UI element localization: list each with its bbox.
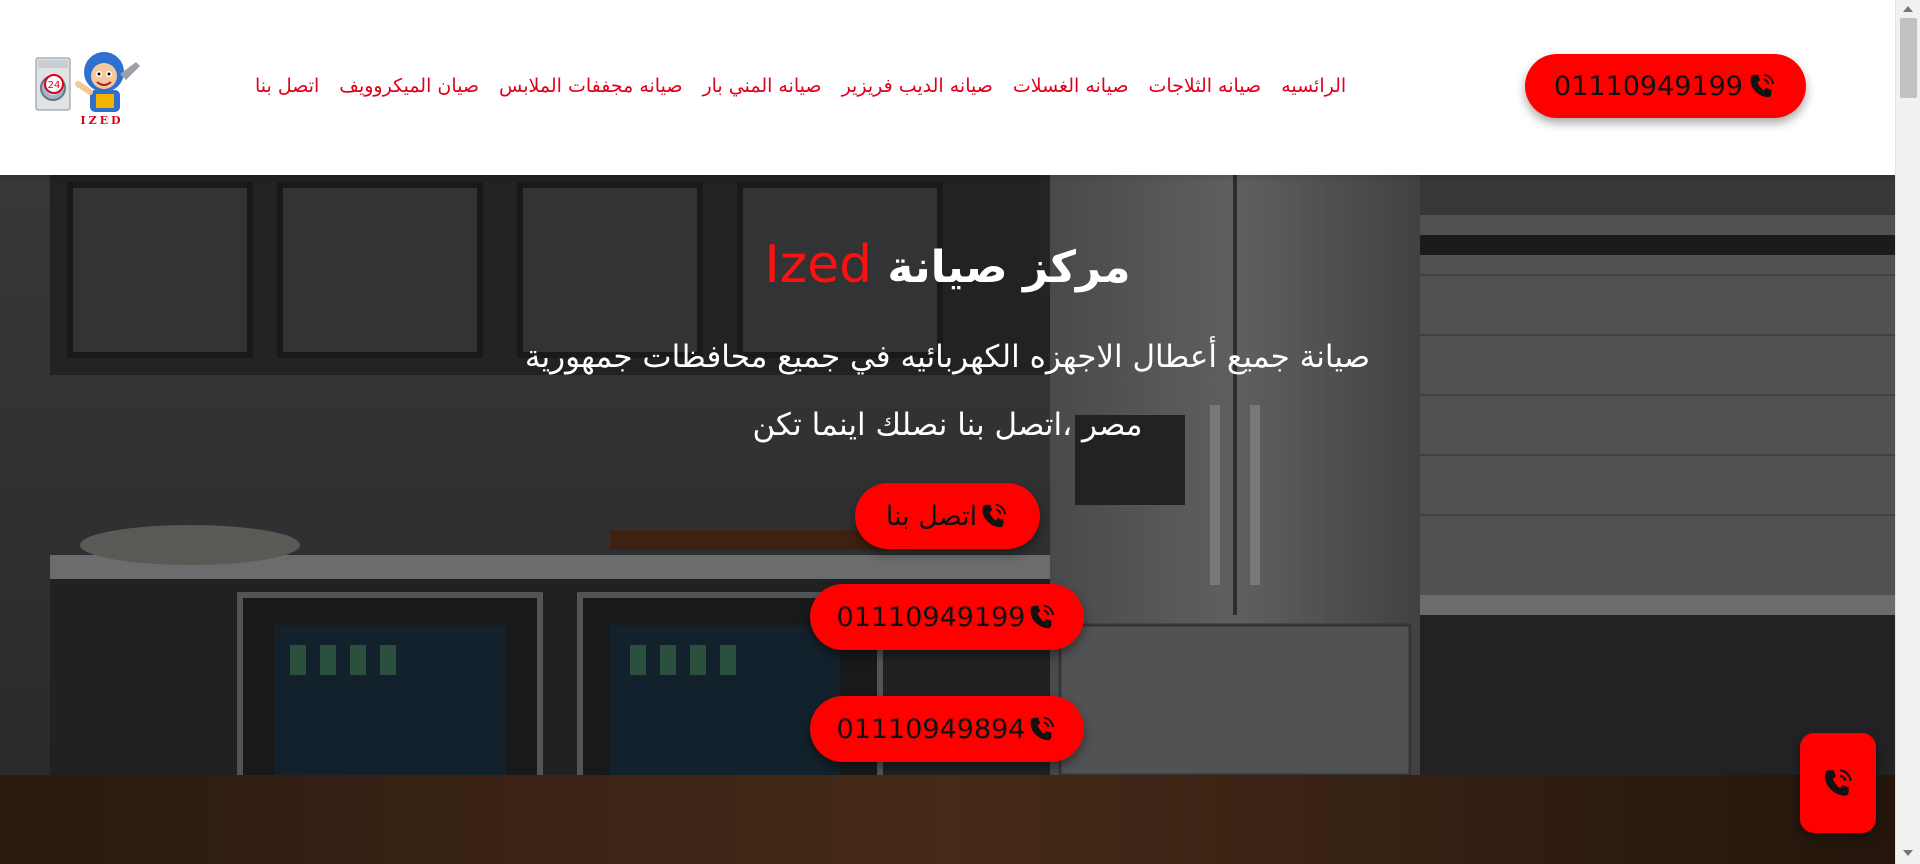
hero-section: مركز صيانة Ized صيانة جميع أعطال الاجهزه…	[0, 175, 1895, 864]
floating-call-button[interactable]	[1800, 733, 1876, 833]
call-phone-1-button[interactable]: 01110949199	[810, 584, 1084, 650]
phone-number-2: 01110949894	[836, 713, 1026, 745]
phone-ringing-icon	[982, 503, 1007, 528]
hero-description: صيانة جميع أعطال الاجهزه الكهربائيه في ج…	[524, 339, 1371, 443]
nav-item-3[interactable]: صيانه الديب فريزير	[832, 70, 1003, 102]
phone-number-1: 01110949199	[836, 601, 1026, 633]
scroll-thumb[interactable]	[1900, 18, 1917, 98]
nav-item-1[interactable]: صيانه الثلاجات	[1138, 70, 1271, 102]
nav-item-0[interactable]: الرائسيه	[1271, 70, 1356, 102]
phone-ringing-icon	[1824, 769, 1852, 796]
phone-ringing-icon	[1750, 73, 1775, 98]
hero-title: مركز صيانة Ized	[0, 235, 1895, 295]
hero-title-brand: Ized	[764, 235, 873, 295]
page-scrollbar[interactable]	[1895, 0, 1920, 864]
main-nav: الرائسيه صيانه الثلاجات صيانه الغسلات صيانه…	[245, 70, 1356, 102]
logo-mascot-icon: 24 IZED	[35, 52, 140, 127]
scroll-down-arrow-icon[interactable]	[1903, 850, 1913, 856]
nav-item-2[interactable]: صيانه الغسلات	[1003, 70, 1139, 102]
nav-item-5[interactable]: صيانه مجففات الملابس	[489, 70, 692, 102]
call-phone-2-button[interactable]: 01110949894	[810, 696, 1084, 762]
contact-us-label: اتصل بنا	[885, 500, 978, 532]
contact-us-button[interactable]: اتصل بنا	[855, 483, 1040, 549]
phone-ringing-icon	[1031, 716, 1055, 741]
header-phone-button[interactable]: 01110949199	[1525, 54, 1806, 118]
header-phone-number: 01110949199	[1554, 70, 1743, 102]
hero-title-prefix: مركز صيانة	[887, 242, 1131, 293]
site-logo[interactable]: 24 IZED	[34, 44, 146, 127]
svg-text:IZED: IZED	[80, 114, 123, 126]
svg-text:24: 24	[48, 80, 61, 91]
phone-ringing-icon	[1031, 604, 1055, 629]
nav-item-4[interactable]: صيانه المني بار	[692, 70, 831, 102]
scroll-up-arrow-icon[interactable]	[1903, 6, 1913, 12]
site-header: 24 IZED الرائسيه صيانه الثلاجات صيانه الغس…	[0, 0, 1895, 175]
nav-item-6[interactable]: صيان الميكروويف	[329, 70, 489, 102]
nav-item-7[interactable]: اتصل بنا	[245, 70, 329, 102]
